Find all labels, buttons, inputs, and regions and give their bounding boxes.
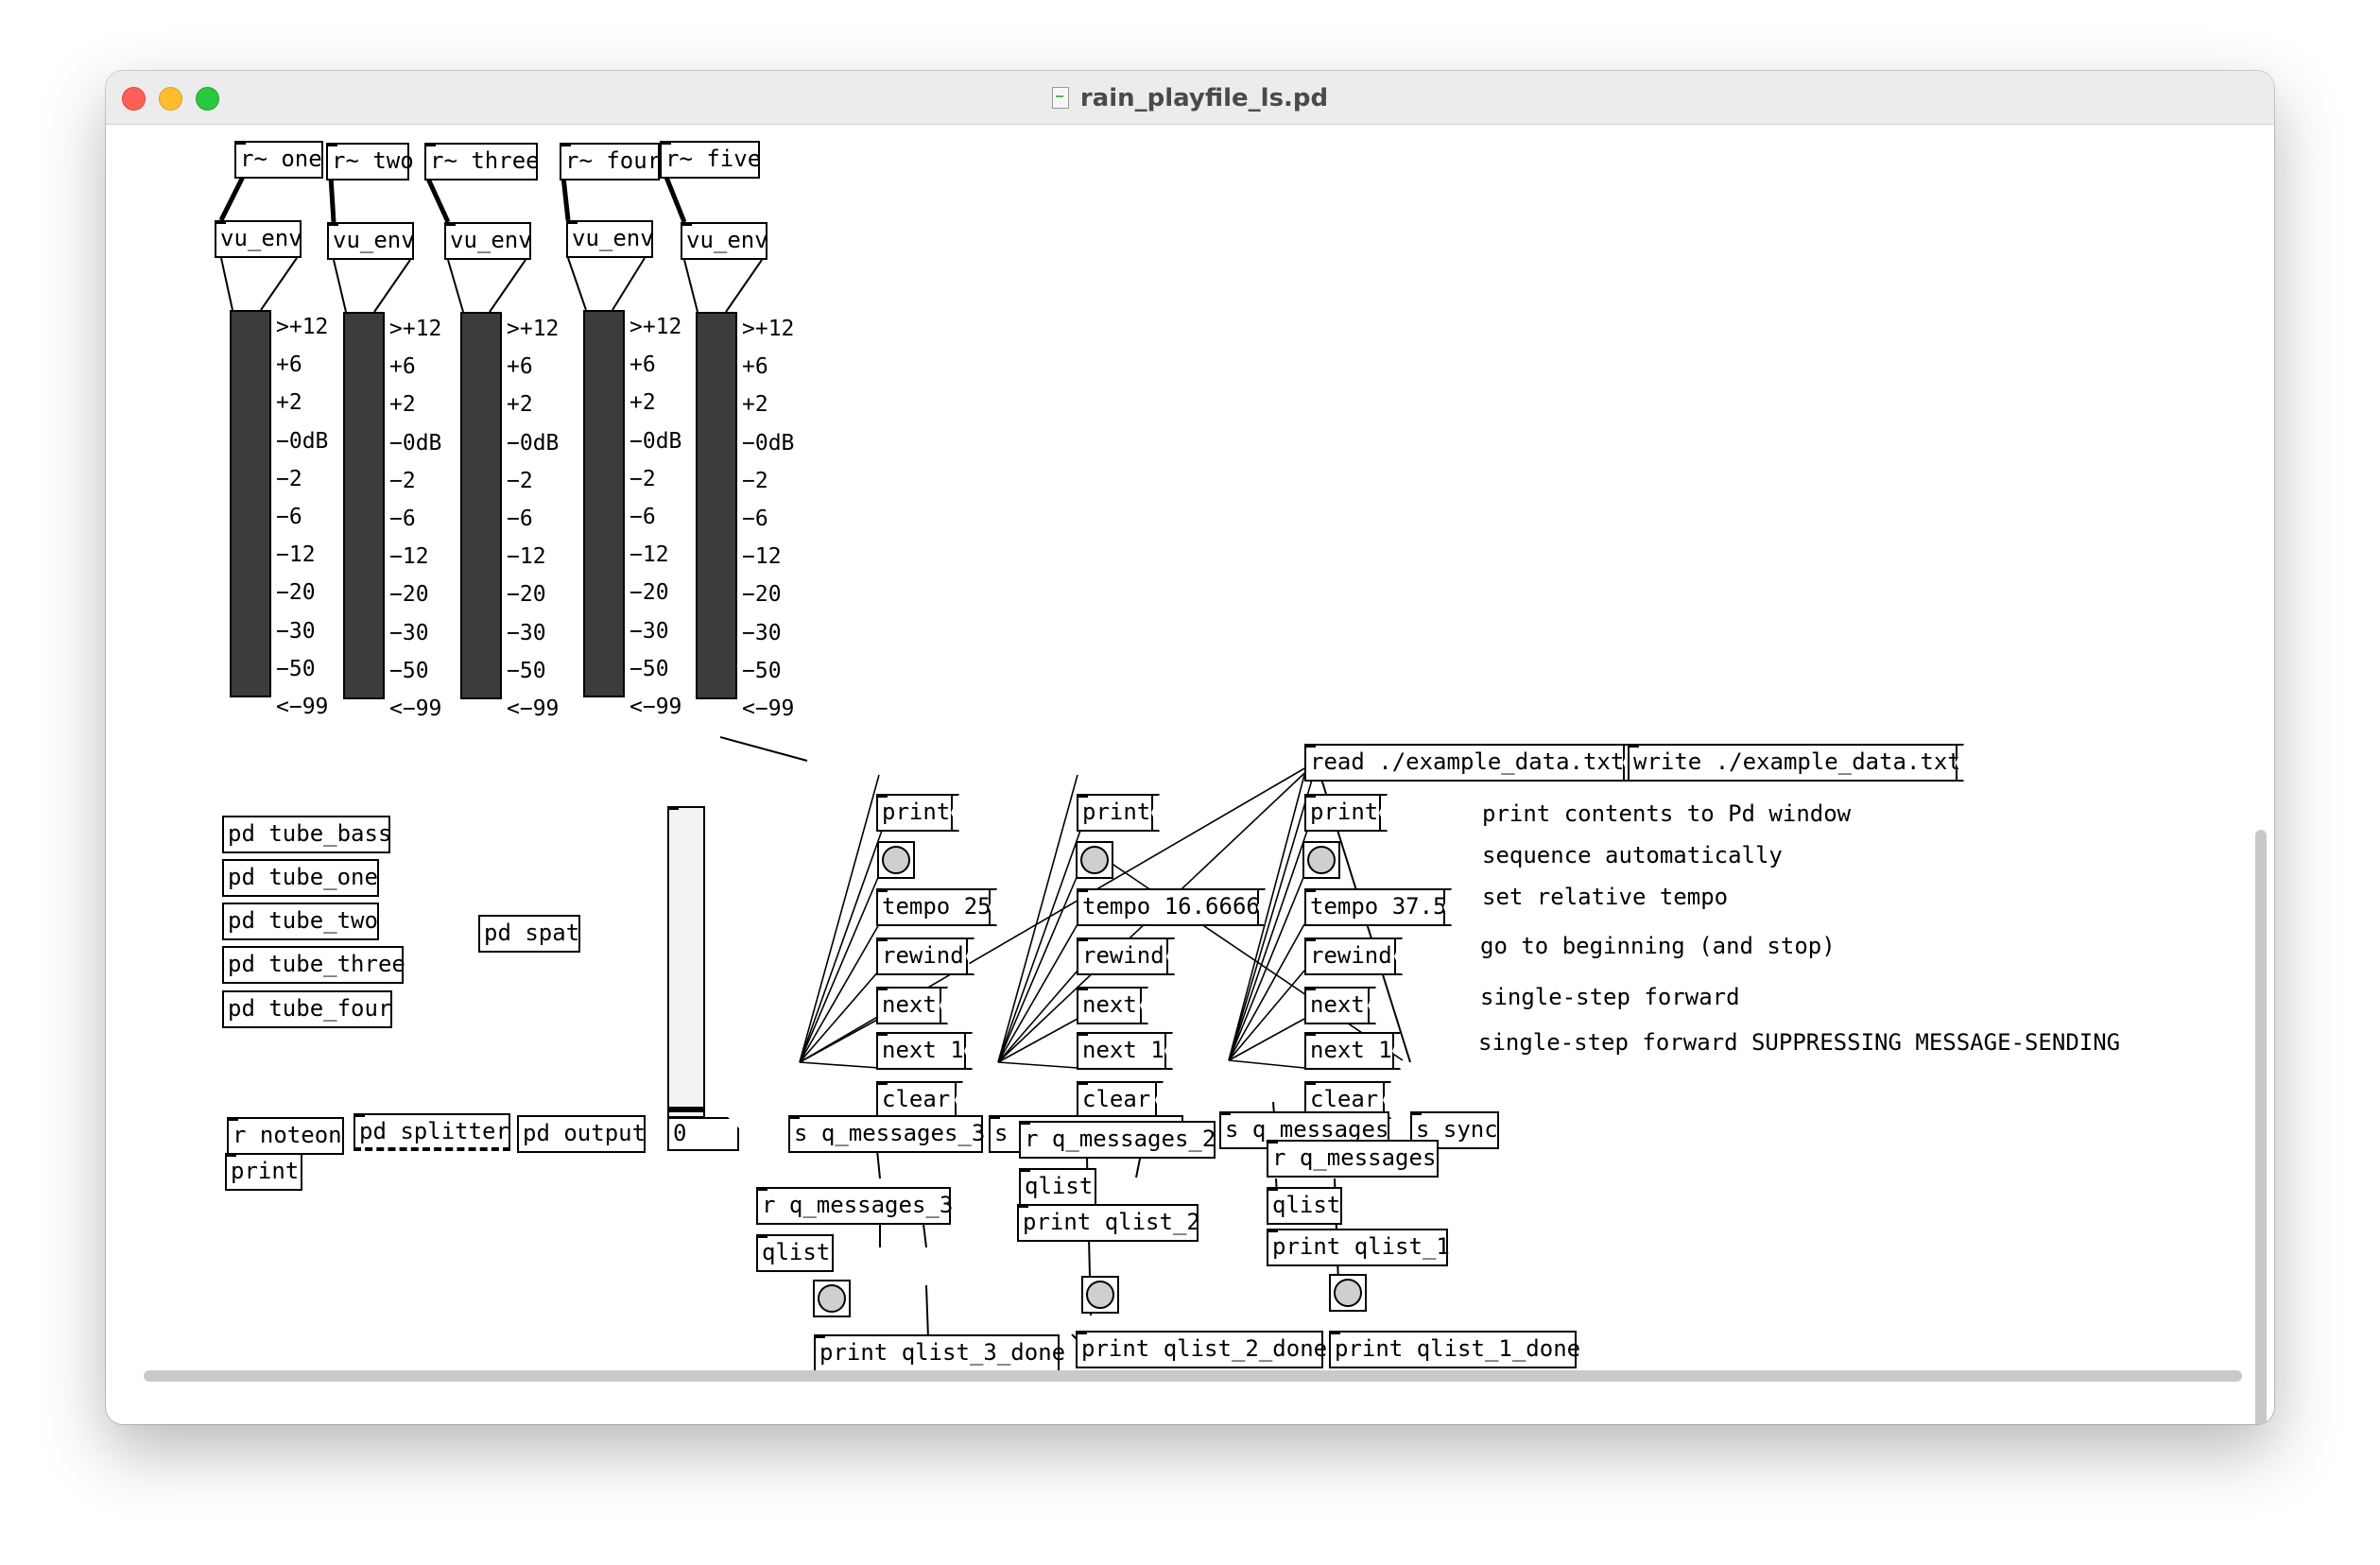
window-title: rain_playfile_ls.pd (1079, 84, 1329, 112)
qlist-1[interactable]: qlist (1267, 1187, 1342, 1225)
msg-print-2[interactable]: print (1077, 794, 1160, 832)
vu-scale-4: >+12 +6 +2 −0dB −2 −6 −12 −20 −30 −50 <−… (629, 315, 682, 720)
patch-canvas[interactable]: r~ one r~ two r~ three r~ four r~ five v… (106, 125, 2274, 1424)
comment-tempo: set relative tempo (1482, 884, 1729, 910)
number-box[interactable]: 0 (667, 1117, 739, 1151)
comment-rewind: go to beginning (and stop) (1480, 933, 1836, 959)
vu-env-3[interactable]: vu_env (444, 222, 532, 260)
subpatch-output[interactable]: pd output (517, 1115, 646, 1153)
receive-q-messages-3[interactable]: r q_messages_3 (756, 1187, 953, 1225)
bang-qlist-3[interactable] (813, 1280, 851, 1317)
qlist-2[interactable]: qlist (1019, 1168, 1096, 1206)
vertical-slider[interactable] (667, 806, 705, 1118)
msg-read-file[interactable]: read ./example_data.txt (1304, 744, 1631, 782)
vu-meter-5 (696, 312, 737, 699)
bang-1[interactable] (877, 841, 915, 879)
comment-print: print contents to Pd window (1482, 800, 1852, 827)
msg-tempo-2[interactable]: tempo 16.6666 (1077, 888, 1266, 926)
r-noteon-object[interactable]: r noteon (227, 1117, 344, 1155)
print-object[interactable]: print (225, 1153, 302, 1191)
msg-rewind-2[interactable]: rewind (1077, 937, 1175, 975)
receiver-three[interactable]: r~ three (424, 143, 540, 181)
title-bar: rain_playfile_ls.pd (106, 71, 2274, 125)
vu-scale-1: >+12 +6 +2 −0dB −2 −6 −12 −20 −30 −50 <−… (276, 315, 329, 720)
msg-clear-2[interactable]: clear (1077, 1081, 1164, 1119)
comment-sequence: sequence automatically (1482, 842, 1783, 868)
subpatch-tube-bass[interactable]: pd tube_bass (222, 816, 391, 853)
subpatch-spat[interactable]: pd spat (478, 915, 580, 953)
msg-print-1[interactable]: print (876, 794, 959, 832)
send-q-messages-3[interactable]: s q_messages_3 (788, 1115, 985, 1153)
bang-3[interactable] (1302, 841, 1340, 879)
bang-qlist-2[interactable] (1081, 1276, 1119, 1314)
receiver-four[interactable]: r~ four (560, 143, 661, 181)
qlist-3[interactable]: qlist (756, 1234, 834, 1272)
vu-env-1[interactable]: vu_env (215, 220, 302, 258)
print-qlist-2[interactable]: print qlist_2 (1017, 1204, 1200, 1242)
comment-next: single-step forward (1480, 984, 1740, 1010)
receiver-five[interactable]: r~ five (660, 141, 761, 179)
receiver-two[interactable]: r~ two (326, 143, 414, 181)
receive-q-messages[interactable]: r q_messages (1267, 1140, 1439, 1178)
subpatch-tube-four[interactable]: pd tube_four (222, 990, 392, 1028)
slider-knob[interactable] (669, 1107, 703, 1112)
subpatch-splitter[interactable]: pd splitter (354, 1113, 510, 1151)
print-qlist-1[interactable]: print qlist_1 (1267, 1229, 1450, 1266)
vu-meter-1 (230, 310, 271, 697)
pd-patch-window: rain_playfile_ls.pd r~ one r~ two r~ thr… (106, 71, 2274, 1424)
subpatch-tube-three[interactable]: pd tube_three (222, 946, 405, 984)
vu-env-5[interactable]: vu_env (681, 222, 768, 260)
subpatch-tube-two[interactable]: pd tube_two (222, 903, 379, 940)
subpatch-tube-one[interactable]: pd tube_one (222, 859, 379, 897)
vu-scale-2: >+12 +6 +2 −0dB −2 −6 −12 −20 −30 −50 <−… (389, 317, 442, 722)
msg-clear-1[interactable]: clear (876, 1081, 963, 1119)
vertical-scrollbar[interactable] (2255, 830, 2267, 1424)
msg-next-1[interactable]: next (876, 987, 948, 1024)
receive-q-messages-2[interactable]: r q_messages_2 (1019, 1121, 1216, 1159)
document-icon (1051, 87, 1069, 109)
vu-scale-3: >+12 +6 +2 −0dB −2 −6 −12 −20 −30 −50 <−… (507, 317, 560, 722)
window-title-wrap: rain_playfile_ls.pd (106, 84, 2274, 112)
print-qlist-1-done[interactable]: print qlist_1_done (1329, 1331, 1580, 1368)
msg-rewind-3[interactable]: rewind (1304, 937, 1403, 975)
horizontal-scrollbar[interactable] (144, 1370, 2242, 1382)
vu-scale-5: >+12 +6 +2 −0dB −2 −6 −12 −20 −30 −50 <−… (742, 317, 795, 722)
msg-tempo-1[interactable]: tempo 25 (876, 888, 997, 926)
vu-env-2[interactable]: vu_env (327, 222, 415, 260)
vu-meter-2 (343, 312, 385, 699)
bang-qlist-1[interactable] (1329, 1274, 1367, 1312)
comment-next-1: single-step forward SUPPRESSING MESSAGE-… (1478, 1029, 2121, 1056)
vu-meter-3 (460, 312, 502, 699)
msg-tempo-3[interactable]: tempo 37.5 (1304, 888, 1452, 926)
msg-rewind-1[interactable]: rewind (876, 937, 974, 975)
msg-write-file[interactable]: write ./example_data.txt (1628, 744, 1964, 782)
msg-print-3[interactable]: print (1304, 794, 1388, 832)
msg-next-2[interactable]: next (1077, 987, 1148, 1024)
print-qlist-3-done[interactable]: print qlist_3_done (814, 1334, 1065, 1372)
bang-2[interactable] (1076, 841, 1113, 879)
msg-next1-3[interactable]: next 1 (1304, 1032, 1401, 1070)
msg-next-3[interactable]: next (1304, 987, 1376, 1024)
msg-next1-1[interactable]: next 1 (876, 1032, 973, 1070)
vu-meter-4 (583, 310, 625, 697)
msg-next1-2[interactable]: next 1 (1077, 1032, 1173, 1070)
vu-env-4[interactable]: vu_env (566, 220, 654, 258)
print-qlist-2-done[interactable]: print qlist_2_done (1076, 1331, 1327, 1368)
receiver-one[interactable]: r~ one (234, 141, 323, 179)
